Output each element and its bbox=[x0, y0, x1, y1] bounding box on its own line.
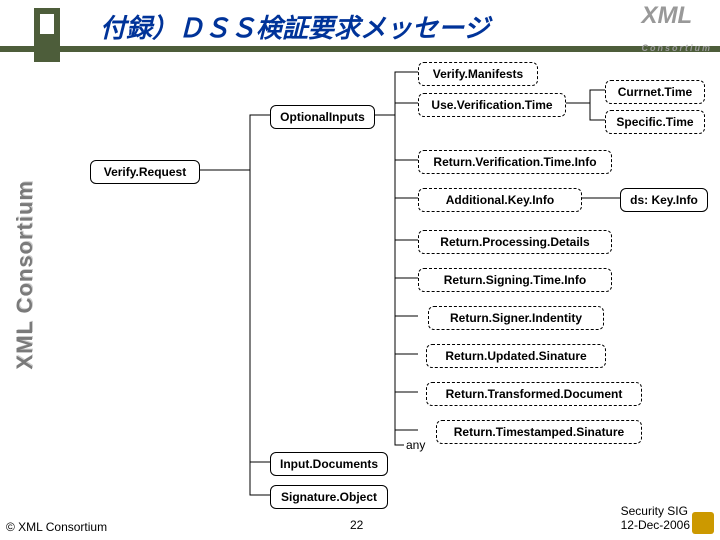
sidebar-label: XML Consortium bbox=[12, 180, 38, 370]
logo: XML Consortium bbox=[642, 2, 713, 58]
footer-right-line1: Security SIG bbox=[621, 504, 690, 518]
page-number: 22 bbox=[350, 518, 363, 532]
footer-right: Security SIG 12-Dec-2006 bbox=[621, 504, 690, 532]
title-decor-inner bbox=[40, 14, 54, 34]
box-input-documents: Input.Documents bbox=[270, 452, 388, 476]
box-return-verification-time-info: Return.Verification.Time.Info bbox=[418, 150, 612, 174]
footer-copyright: © XML Consortium bbox=[6, 520, 107, 534]
box-verify-request: Verify.Request bbox=[90, 160, 200, 184]
page-title: 付録）ＤＳＳ検証要求メッセージ bbox=[100, 8, 489, 45]
box-current-time: Currnet.Time bbox=[605, 80, 705, 104]
title-underline bbox=[0, 46, 720, 52]
logo-sub: Consortium bbox=[642, 43, 713, 53]
key-icon bbox=[692, 512, 714, 534]
logo-text: XML bbox=[642, 2, 693, 29]
box-ds-key-info: ds: Key.Info bbox=[620, 188, 708, 212]
box-return-processing-details: Return.Processing.Details bbox=[418, 230, 612, 254]
box-optional-inputs: OptionalInputs bbox=[270, 105, 375, 129]
box-return-transformed-document: Return.Transformed.Document bbox=[426, 382, 642, 406]
box-use-verification-time: Use.Verification.Time bbox=[418, 93, 566, 117]
box-return-signing-time-info: Return.Signing.Time.Info bbox=[418, 268, 612, 292]
box-return-updated-signature: Return.Updated.Sinature bbox=[426, 344, 606, 368]
box-verify-manifests: Verify.Manifests bbox=[418, 62, 538, 86]
footer-right-line2: 12-Dec-2006 bbox=[621, 518, 690, 532]
box-signature-object: Signature.Object bbox=[270, 485, 388, 509]
box-return-timestamped-signature: Return.Timestamped.Sinature bbox=[436, 420, 642, 444]
box-specific-time: Specific.Time bbox=[605, 110, 705, 134]
box-return-signer-identity: Return.Signer.Indentity bbox=[428, 306, 604, 330]
label-any: any bbox=[406, 438, 425, 452]
box-additional-key-info: Additional.Key.Info bbox=[418, 188, 582, 212]
